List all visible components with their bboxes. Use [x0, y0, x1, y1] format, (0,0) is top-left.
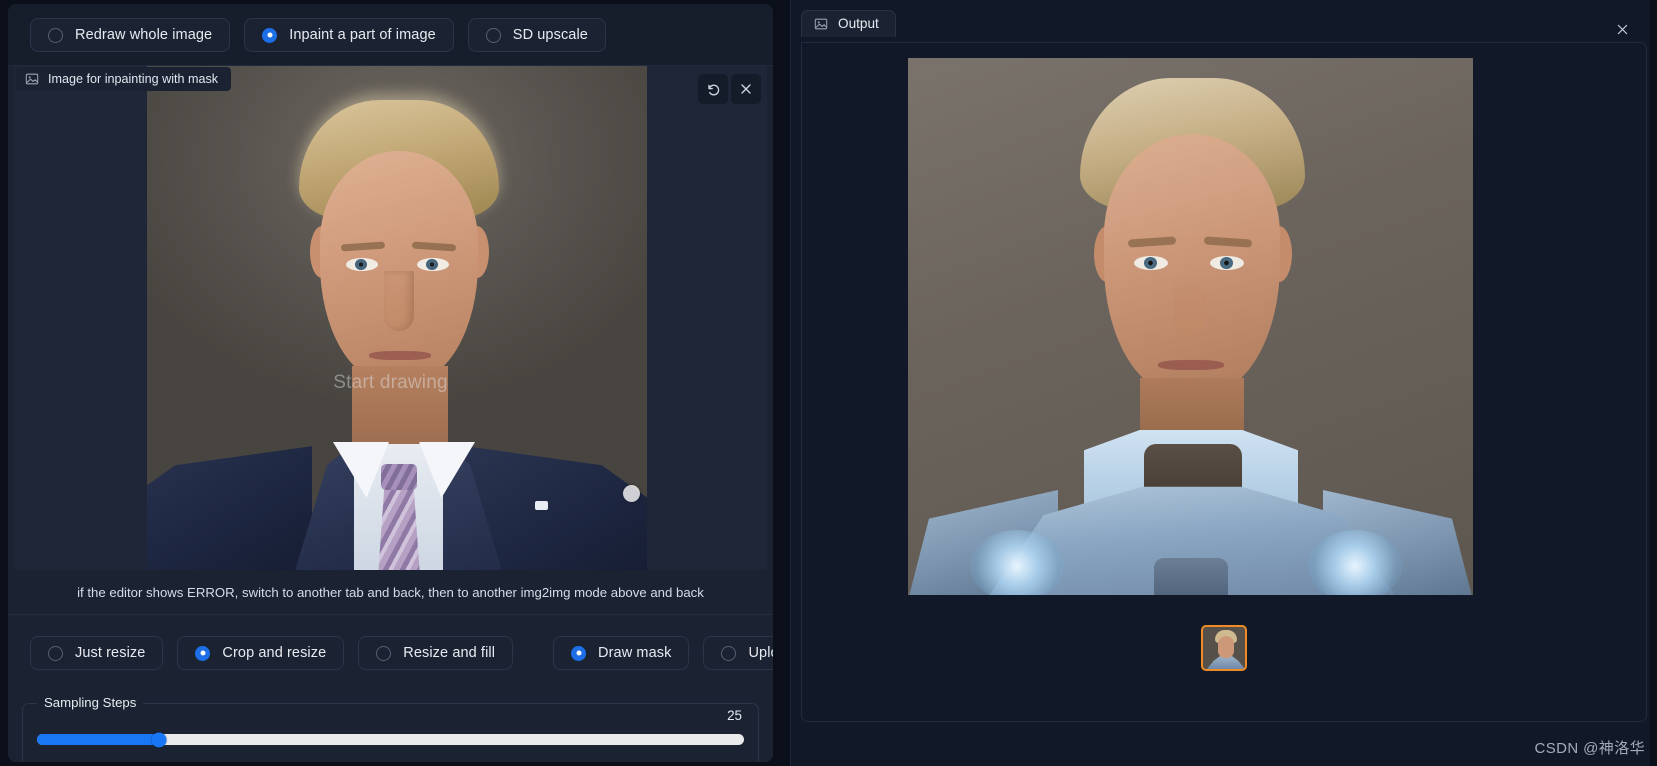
resize-and-mask-options: Just resize Crop and resize Resize and f… — [8, 614, 773, 691]
output-right-panel: Output — [790, 0, 1657, 766]
photo-eye-left — [346, 258, 378, 271]
tab-output-label: Output — [838, 16, 879, 31]
brush-size-handle[interactable] — [623, 485, 640, 502]
mode-label: Inpaint a part of image — [289, 27, 436, 43]
resize-mode-label: Resize and fill — [403, 645, 496, 661]
photo-face — [320, 151, 478, 383]
mode-inpaint-part[interactable]: Inpaint a part of image — [244, 18, 454, 52]
slider-thumb[interactable] — [151, 732, 167, 747]
img2img-mode-row: Redraw whole image Inpaint a part of ima… — [8, 4, 773, 66]
thumbnail-face — [1218, 636, 1234, 658]
radio-indicator — [376, 645, 392, 661]
mask-mode-label: Draw mask — [598, 645, 672, 661]
sampling-steps-label: Sampling Steps — [37, 695, 144, 710]
sampling-steps-value[interactable]: 25 — [727, 708, 742, 723]
radio-indicator — [721, 645, 737, 661]
close-icon — [741, 84, 751, 94]
photo-pocket-square — [535, 501, 548, 510]
output-topbar: Output — [791, 0, 1657, 44]
editor-error-hint: if the editor shows ERROR, switch to ano… — [8, 572, 773, 614]
output-eye-right — [1210, 256, 1244, 270]
output-eye-left — [1134, 256, 1168, 270]
source-image[interactable] — [147, 66, 647, 570]
resize-mode-label: Crop and resize — [222, 645, 327, 661]
output-armor-glow-left — [970, 530, 1064, 595]
mode-label: Redraw whole image — [75, 27, 213, 43]
photo-tie-knot — [381, 464, 417, 490]
radio-indicator — [485, 27, 501, 43]
output-gallery-strip — [802, 625, 1646, 671]
mode-sd-upscale[interactable]: SD upscale — [467, 18, 606, 52]
resize-mode-just-resize[interactable]: Just resize — [30, 636, 164, 670]
undo-button[interactable] — [698, 74, 728, 104]
resize-mode-resize-and-fill[interactable]: Resize and fill — [358, 636, 514, 670]
radio-indicator-selected — [262, 27, 278, 43]
mask-mode-draw-mask[interactable]: Draw mask — [553, 636, 690, 670]
radio-indicator-selected — [195, 645, 211, 661]
photo-nose — [384, 271, 414, 331]
editor-toolbar — [698, 74, 761, 104]
mode-redraw-whole-image[interactable]: Redraw whole image — [30, 18, 231, 52]
close-output-button[interactable] — [1611, 18, 1633, 40]
photo-mouth — [369, 351, 431, 360]
mask-mode-upload-mask[interactable]: Upload mask — [703, 636, 773, 670]
editor-source-label-text: Image for inpainting with mask — [48, 72, 219, 86]
output-thumbnail-1[interactable] — [1201, 625, 1247, 671]
resize-mode-label: Just resize — [75, 645, 146, 661]
output-armor-glow-right — [1308, 530, 1402, 595]
output-nose — [1174, 270, 1206, 336]
slider-fill — [37, 734, 159, 745]
image-icon — [814, 18, 828, 29]
output-armor-core — [1154, 558, 1228, 595]
inpaint-editor: Start drawing Image for inpainting with … — [8, 66, 773, 572]
resize-mode-crop-and-resize[interactable]: Crop and resize — [177, 636, 345, 670]
photo-jacket-left — [147, 446, 312, 570]
output-face — [1104, 134, 1280, 396]
undo-icon — [708, 84, 720, 96]
mask-mode-label: Upload mask — [748, 645, 773, 661]
close-icon — [1617, 24, 1627, 34]
editor-source-label: Image for inpainting with mask — [16, 67, 232, 91]
image-icon — [25, 73, 39, 85]
inpaint-canvas[interactable]: Start drawing — [14, 66, 767, 570]
radio-indicator-selected — [571, 645, 587, 661]
right-edge — [1650, 0, 1657, 766]
mode-label: SD upscale — [512, 27, 588, 43]
sampling-steps-slider[interactable] — [37, 732, 744, 747]
img2img-left-panel: Redraw whole image Inpaint a part of ima… — [8, 4, 773, 762]
output-image[interactable] — [908, 58, 1473, 595]
radio-indicator — [48, 27, 63, 43]
sampling-steps-group: Sampling Steps 25 — [22, 695, 759, 762]
output-mouth — [1158, 360, 1224, 370]
radio-indicator — [48, 645, 63, 661]
remove-image-button[interactable] — [731, 74, 761, 104]
output-body — [801, 42, 1647, 722]
photo-eye-right — [417, 258, 449, 271]
tab-output[interactable]: Output — [801, 10, 896, 37]
app-root: Redraw whole image Inpaint a part of ima… — [0, 0, 1657, 766]
